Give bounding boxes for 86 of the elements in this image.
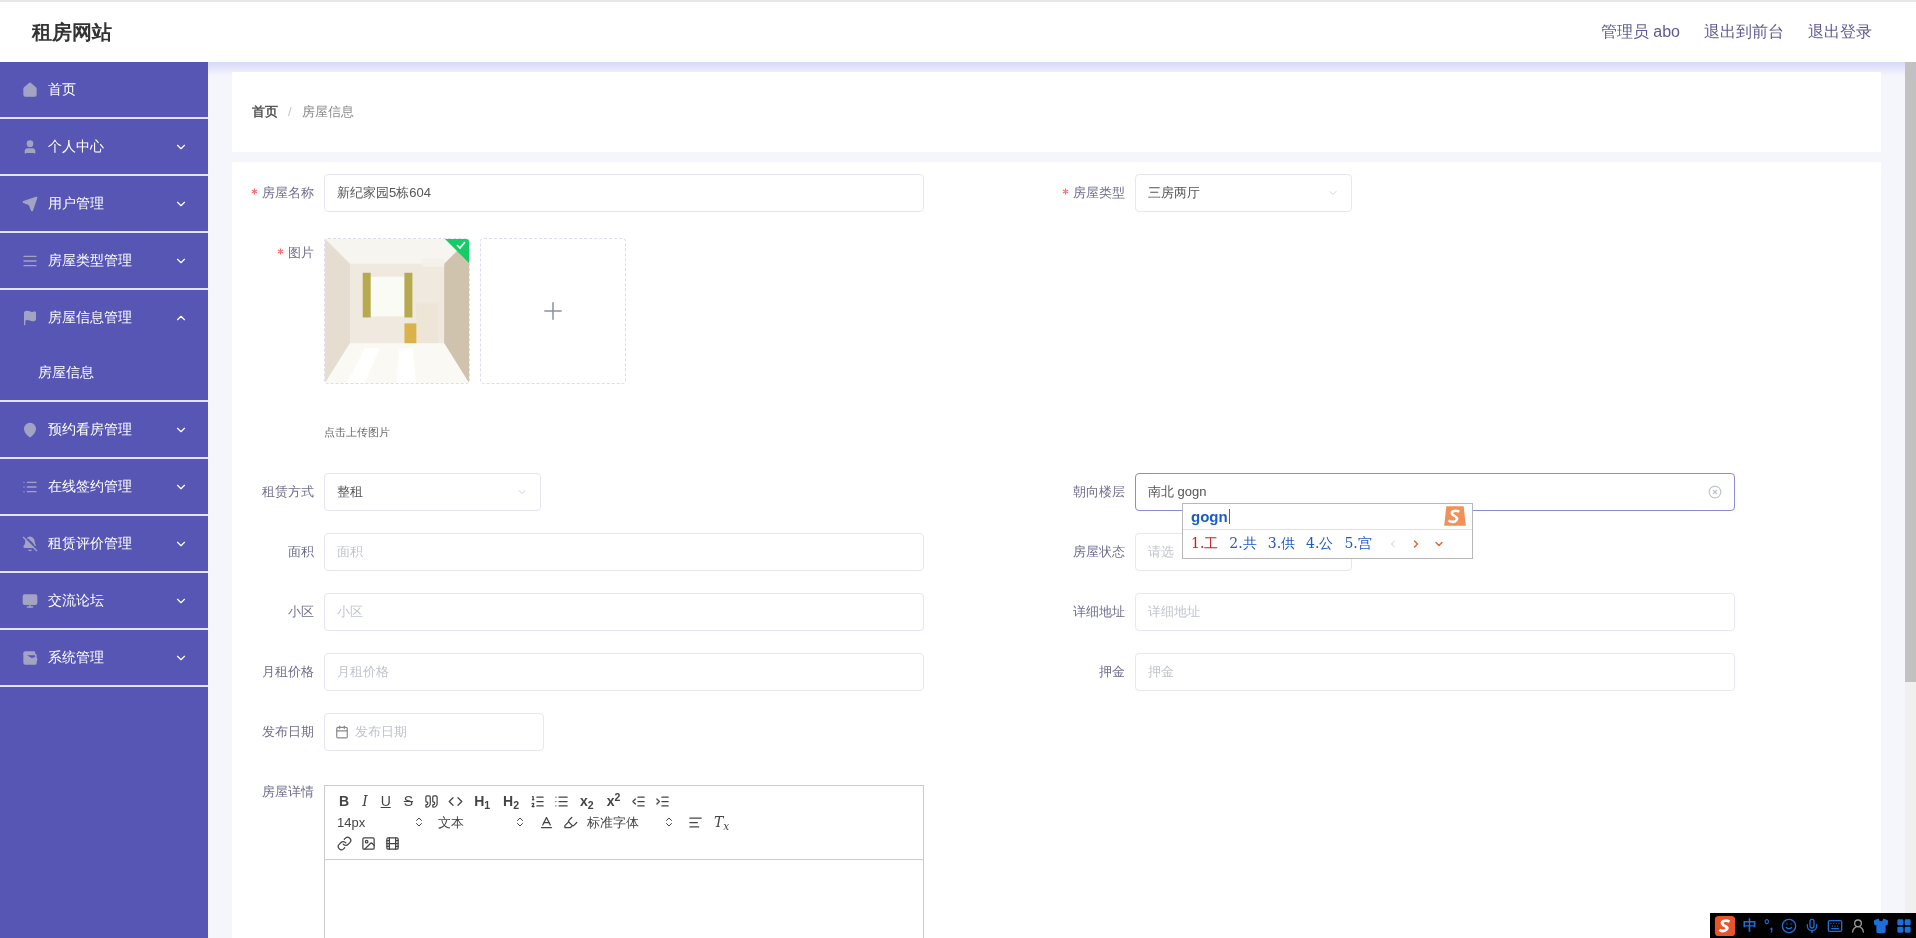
image-icon[interactable] [361,836,376,851]
calendar-icon [335,724,349,739]
sidebar-item[interactable]: 房屋信息管理 [0,290,208,345]
quote-icon[interactable] [424,793,440,809]
video-icon[interactable] [385,836,400,851]
header-link[interactable]: 退出登录 [1808,20,1872,44]
sidebar-item[interactable]: 用户管理 [0,176,208,231]
paper-plane-icon [22,195,38,212]
field-label: 面积 [288,542,314,561]
underline-button[interactable]: U [378,794,393,808]
upload-hint: 点击上传图片 [324,425,391,440]
text-field[interactable]: 南北 gogn [1135,472,1735,511]
smiley-icon[interactable] [1780,917,1797,934]
field-label: 月租价格 [262,662,314,681]
ime-candidate[interactable]: 5.宫 [1344,533,1372,554]
wallet-icon [22,649,38,666]
site-title: 租房网站 [32,20,112,45]
field-label: 房屋状态 [1073,542,1125,561]
input-method-logo-icon [1714,914,1736,937]
field-label: 房屋详情 [262,782,314,801]
grid-icon[interactable] [1895,917,1912,934]
header-link[interactable]: 退出到前台 [1704,20,1784,44]
script-button[interactable]: x$_{2}$ [578,794,596,808]
monitor-icon [22,592,38,609]
breadcrumb-separator: / [288,103,292,122]
heading-button[interactable]: H$_{1}$ [472,794,493,808]
text-color-icon[interactable] [539,814,554,830]
header-link[interactable]: 管理员 abo [1600,20,1680,44]
select-field[interactable]: 三房两厅 [1135,174,1352,212]
sidebar-item[interactable]: 个人中心 [0,119,208,174]
text-field[interactable]: 新纪家园5栋604 [324,174,924,212]
up-down-caret-icon [663,816,675,829]
script-button[interactable]: x$^{2}$ [604,794,623,808]
italic-button[interactable]: I [360,794,370,808]
user-icon [22,138,38,155]
clear-format-button[interactable]: T$_{x}$ [712,815,732,830]
toolbar-dropdown[interactable]: 14px [337,812,429,832]
breadcrumb-link[interactable]: 房屋信息 [301,102,354,122]
ime-toolbar-label[interactable]: °, [1764,915,1774,936]
sidebar-subitem[interactable]: 房屋信息 [0,345,208,400]
sidebar-item[interactable]: 租赁评价管理 [0,516,208,571]
field-label: 小区 [288,602,314,621]
field-label: 租赁方式 [262,482,314,501]
field-label: 详细地址 [1073,602,1125,621]
field-label: 图片 [288,244,314,263]
sidebar-item[interactable]: 系统管理 [0,630,208,685]
sidebar-item[interactable]: 预约看房管理 [0,402,208,457]
strikethrough-button[interactable]: S [401,794,416,808]
select-field[interactable]: 整租 [324,472,541,511]
toolbar-dropdown[interactable]: 文本 [438,812,530,832]
sidebar-item[interactable]: 房屋类型管理 [0,233,208,288]
bold-button[interactable]: B [337,794,352,808]
home-icon [22,81,38,98]
ime-candidate[interactable]: 1.工 [1191,533,1219,554]
field-label: 房屋类型 [1073,184,1125,203]
rich-text-editor[interactable]: B I U S H$_{1}$ H$_{2}$ x$_{2}$ x$^{2}$ 14px 文本 标准字体 T$_{x}$ [324,784,924,938]
field-label: 房屋名称 [262,184,314,203]
field-label: 押金 [1099,662,1125,681]
ime-toolbar-label[interactable]: 中 [1743,915,1757,936]
sidebar-item[interactable]: 首页 [0,62,208,117]
ime-candidate[interactable]: 3.供 [1267,533,1296,554]
flag-icon [22,309,38,326]
sidebar-item[interactable]: 交流论坛 [0,573,208,628]
ime-candidate[interactable]: 4.公 [1306,533,1334,554]
link-icon[interactable] [337,836,352,851]
bullet-list-icon[interactable] [554,793,570,809]
sidebar-item[interactable]: 在线签约管理 [0,459,208,514]
breadcrumb-link[interactable]: 首页 [252,102,278,122]
ime-composition: gogn [1191,508,1230,524]
field-label: 发布日期 [262,722,314,741]
bell-off-icon [22,535,38,552]
up-down-caret-icon [413,816,425,829]
toolbar-dropdown[interactable]: 标准字体 [587,812,679,832]
shirt-icon[interactable] [1872,917,1889,934]
pin-icon [22,421,38,438]
ime-candidate[interactable]: 2.共 [1229,533,1257,554]
align-icon[interactable] [688,814,703,830]
outdent-icon[interactable] [631,793,647,809]
keyboard-icon[interactable] [1826,917,1843,934]
indent-icon[interactable] [655,793,671,809]
person-icon[interactable] [1849,917,1866,934]
heading-button[interactable]: H$_{2}$ [501,794,522,808]
up-down-caret-icon [514,816,526,829]
ordered-list-icon[interactable] [530,793,546,809]
highlight-icon[interactable] [563,814,578,830]
field-label: 朝向楼层 [1073,482,1125,501]
